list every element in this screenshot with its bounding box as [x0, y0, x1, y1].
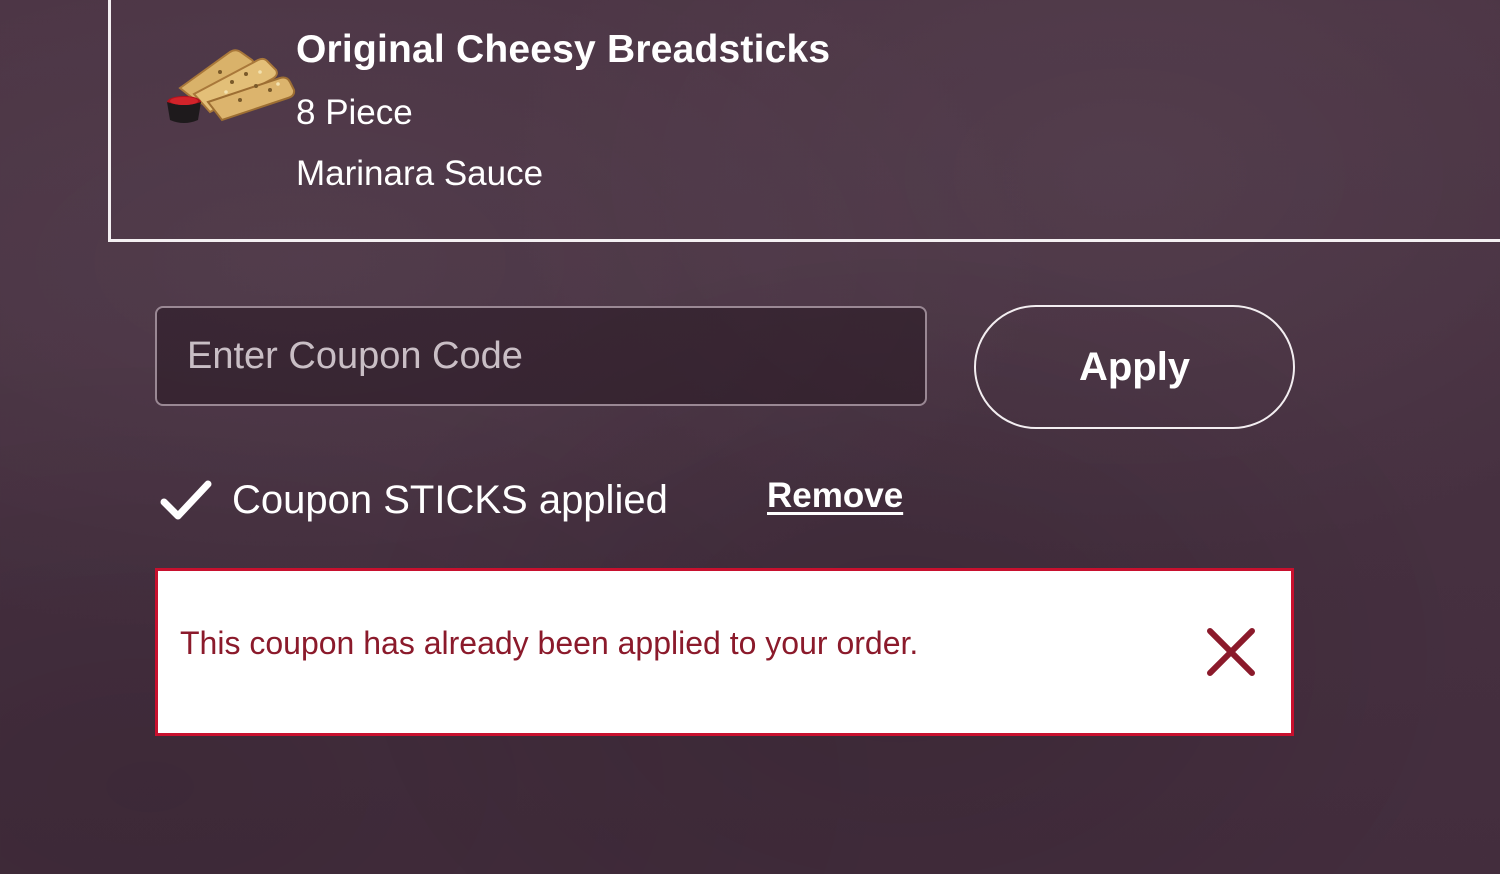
close-alert-button[interactable] — [1200, 621, 1262, 683]
item-title: Original Cheesy Breadsticks — [296, 28, 831, 71]
breadsticks-image — [160, 44, 298, 128]
coupon-applied-text: Coupon STICKS applied — [232, 477, 668, 522]
error-alert: This coupon has already been applied to … — [155, 568, 1294, 736]
checkmark-icon — [158, 476, 214, 524]
coupon-applied-status: Coupon STICKS applied — [158, 470, 668, 530]
error-message: This coupon has already been applied to … — [180, 625, 919, 661]
apply-coupon-button[interactable]: Apply — [974, 305, 1295, 429]
coupon-code-input[interactable] — [155, 306, 927, 406]
item-size: 8 Piece — [296, 93, 413, 132]
item-sauce: Marinara Sauce — [296, 154, 544, 193]
remove-coupon-link[interactable]: Remove — [767, 476, 903, 516]
close-icon — [1200, 621, 1262, 683]
